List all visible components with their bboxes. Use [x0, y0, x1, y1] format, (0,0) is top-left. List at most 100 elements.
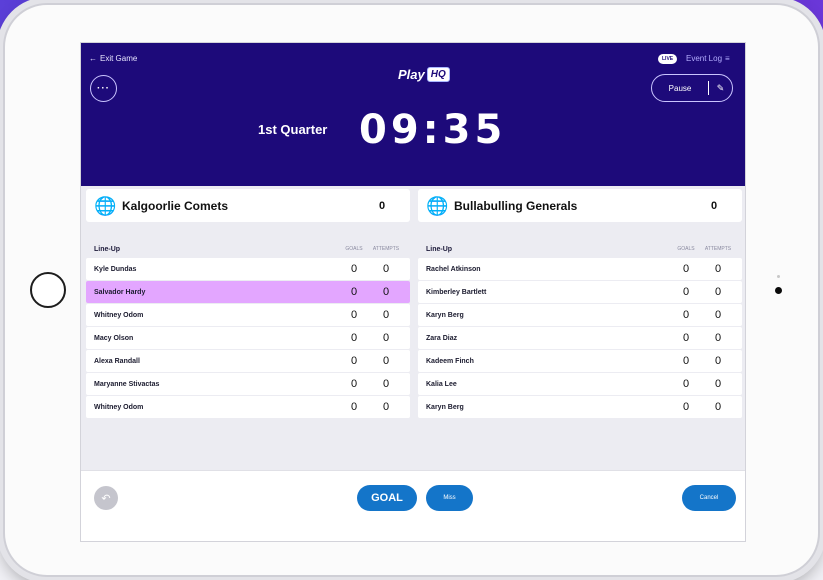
game-clock: 09:35 [359, 107, 507, 153]
player-row[interactable]: Zara Diaz 0 0 [418, 327, 742, 349]
player-name: Macy Olson [94, 334, 134, 342]
player-attempts: 0 [382, 332, 390, 344]
player-row[interactable]: Karyn Berg 0 0 [418, 304, 742, 326]
player-attempts: 0 [714, 309, 722, 321]
player-name: Alexa Randall [94, 357, 140, 365]
event-log-button[interactable]: Event Log ≡ [686, 54, 730, 63]
player-attempts: 0 [382, 401, 390, 413]
player-name: Zara Diaz [426, 334, 458, 342]
cancel-button[interactable]: Cancel [682, 485, 736, 511]
player-goals: 0 [350, 309, 358, 321]
more-dots-icon: ··· [97, 83, 110, 94]
event-log-label: Event Log [686, 54, 723, 63]
player-row[interactable]: Kimberley Bartlett 0 0 [418, 281, 742, 303]
undo-icon: ↶ [101, 492, 111, 505]
player-attempts: 0 [714, 401, 722, 413]
attempts-column-header: ATTEMPTS [704, 246, 732, 252]
miss-button[interactable]: Miss [426, 485, 473, 511]
player-attempts: 0 [382, 309, 390, 321]
lineup-title: Line-Up [426, 245, 453, 253]
player-name: Kimberley Bartlett [426, 288, 487, 296]
undo-button[interactable]: ↶ [94, 486, 118, 510]
more-options-button[interactable]: ··· [90, 75, 117, 102]
player-name: Whitney Odom [94, 403, 144, 411]
game-header: ← Exit Game ··· Play HQ LIVE Event Log ≡… [81, 43, 745, 186]
home-lineup: Line-Up GOALS ATTEMPTS Kyle Dundas 0 0 S… [86, 241, 410, 418]
player-name: Salvador Hardy [94, 288, 146, 296]
player-attempts: 0 [714, 332, 722, 344]
exit-game-label: Exit Game [100, 54, 138, 63]
player-name: Rachel Atkinson [426, 265, 481, 273]
player-attempts: 0 [382, 378, 390, 390]
arrow-left-icon: ← [89, 54, 97, 63]
lineup-header: Line-Up GOALS ATTEMPTS [86, 241, 410, 257]
home-team-score: 0 [378, 199, 386, 212]
player-goals: 0 [350, 286, 358, 298]
goals-column-header: GOALS [345, 246, 363, 252]
player-goals: 0 [682, 263, 690, 275]
player-goals: 0 [682, 378, 690, 390]
player-goals: 0 [682, 286, 690, 298]
lineup-title: Line-Up [94, 245, 121, 253]
player-attempts: 0 [714, 263, 722, 275]
player-attempts: 0 [382, 286, 390, 298]
player-row[interactable]: Kalia Lee 0 0 [418, 373, 742, 395]
player-name: Kalia Lee [426, 380, 457, 388]
goals-column-header: GOALS [677, 246, 695, 252]
player-goals: 0 [682, 309, 690, 321]
player-goals: 0 [350, 263, 358, 275]
logo-hq: HQ [426, 67, 450, 82]
lineup-header: Line-Up GOALS ATTEMPTS [418, 241, 742, 257]
player-goals: 0 [350, 332, 358, 344]
logo-text: Play [398, 67, 425, 82]
pause-button[interactable]: Pause [652, 84, 708, 93]
live-badge: LIVE [658, 54, 678, 64]
action-footer: ↶ GOAL Miss Cancel [81, 470, 745, 541]
tablet-home-button[interactable] [30, 272, 66, 308]
player-attempts: 0 [714, 355, 722, 367]
player-goals: 0 [682, 355, 690, 367]
exit-game-link[interactable]: ← Exit Game [89, 54, 137, 63]
player-attempts: 0 [382, 263, 390, 275]
player-row[interactable]: Macy Olson 0 0 [86, 327, 410, 349]
player-row[interactable]: Kadeem Finch 0 0 [418, 350, 742, 372]
player-attempts: 0 [714, 378, 722, 390]
away-lineup: Line-Up GOALS ATTEMPTS Rachel Atkinson 0… [418, 241, 742, 418]
playhq-logo: Play HQ [398, 67, 450, 82]
player-name: Karyn Berg [426, 311, 464, 319]
player-goals: 0 [350, 355, 358, 367]
home-team-card: 🌐 Kalgoorlie Comets 0 [86, 189, 410, 222]
player-name: Maryanne Stivactas [94, 380, 160, 388]
player-attempts: 0 [382, 355, 390, 367]
pause-control: Pause ✎ [651, 74, 733, 102]
player-row[interactable]: Maryanne Stivactas 0 0 [86, 373, 410, 395]
away-team-score: 0 [710, 199, 718, 212]
player-row[interactable]: Alexa Randall 0 0 [86, 350, 410, 372]
player-row[interactable]: Whitney Odom 0 0 [86, 304, 410, 326]
player-goals: 0 [682, 401, 690, 413]
away-team-card: 🌐 Bullabulling Generals 0 [418, 189, 742, 222]
player-name: Kyle Dundas [94, 265, 137, 273]
goal-button[interactable]: GOAL [357, 485, 417, 511]
player-row[interactable]: Rachel Atkinson 0 0 [418, 258, 742, 280]
player-row[interactable]: Karyn Berg 0 0 [418, 396, 742, 418]
tablet-sensor [777, 275, 780, 278]
pencil-icon[interactable]: ✎ [709, 83, 732, 94]
player-goals: 0 [350, 378, 358, 390]
quarter-label: 1st Quarter [258, 122, 328, 137]
globe-icon: 🌐 [426, 195, 449, 216]
attempts-column-header: ATTEMPTS [372, 246, 400, 252]
player-name: Karyn Berg [426, 403, 464, 411]
player-row[interactable]: Whitney Odom 0 0 [86, 396, 410, 418]
player-name: Whitney Odom [94, 311, 144, 319]
home-team-name: Kalgoorlie Comets [122, 198, 229, 213]
player-row[interactable]: Kyle Dundas 0 0 [86, 258, 410, 280]
player-goals: 0 [350, 401, 358, 413]
player-row-selected[interactable]: Salvador Hardy 0 0 [86, 281, 410, 303]
away-team-name: Bullabulling Generals [454, 198, 578, 213]
globe-icon: 🌐 [94, 195, 117, 216]
app-screen: ← Exit Game ··· Play HQ LIVE Event Log ≡… [80, 42, 746, 542]
player-goals: 0 [682, 332, 690, 344]
list-icon: ≡ [725, 54, 730, 63]
tablet-camera [775, 287, 782, 294]
